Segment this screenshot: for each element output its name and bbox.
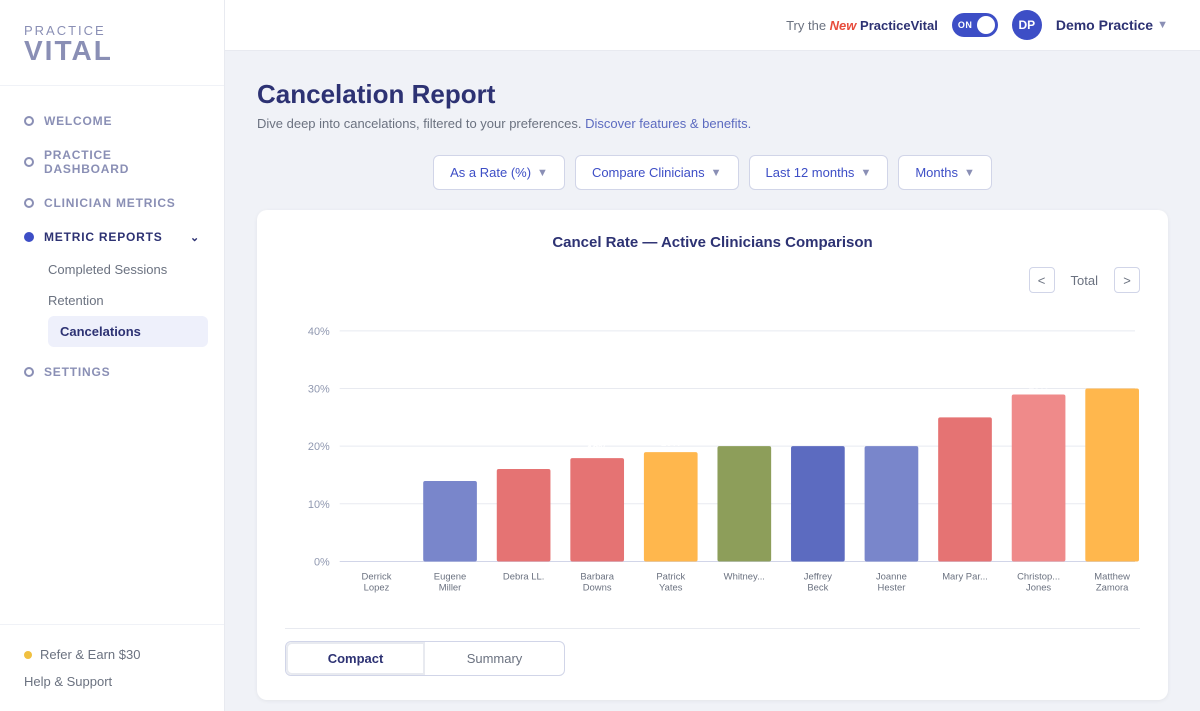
new-toggle[interactable]: ON — [952, 13, 998, 37]
sidebar-item-metric-reports[interactable]: Metric Reports ⌄ — [0, 220, 224, 254]
chart-svg-wrapper: 40% 30% 20% 10% 0% Derrick — [285, 301, 1140, 624]
toggle-on-label: ON — [958, 20, 973, 30]
sidebar-item-label-welcome: Welcome — [44, 114, 112, 128]
sidebar-item-label-metric-reports: Metric Reports — [44, 230, 163, 244]
sidebar-item-settings[interactable]: Settings — [0, 355, 224, 389]
svg-text:Miller: Miller — [439, 582, 462, 593]
page-title: Cancelation Report — [257, 79, 1168, 110]
svg-text:Yates: Yates — [659, 582, 683, 593]
sidebar-item-clinician-metrics[interactable]: Clinician Metrics — [0, 186, 224, 220]
svg-text:Whitney...: Whitney... — [724, 571, 765, 582]
earn-dot-icon — [24, 651, 32, 659]
svg-text:19%: 19% — [661, 438, 681, 449]
svg-text:18%: 18% — [587, 444, 607, 455]
nav-dot-practice-dashboard — [24, 157, 34, 167]
svg-text:Mary Par...: Mary Par... — [942, 571, 988, 582]
svg-text:Jones: Jones — [1026, 582, 1051, 593]
dropdown-arrow-icon: ▼ — [964, 167, 975, 179]
svg-text:Jeffrey: Jeffrey — [804, 571, 832, 582]
dropdown-arrow-icon: ▼ — [860, 167, 871, 179]
chart-container: Cancel Rate — Active Clinicians Comparis… — [257, 210, 1168, 700]
filter-bar: As a Rate (%) ▼ Compare Clinicians ▼ Las… — [257, 155, 1168, 190]
sidebar-item-welcome[interactable]: Welcome — [0, 104, 224, 138]
nav-dot-clinician-metrics — [24, 198, 34, 208]
practice-name[interactable]: Demo Practice ▼ — [1056, 17, 1168, 33]
svg-text:14%: 14% — [440, 467, 460, 478]
nav-dot-settings — [24, 367, 34, 377]
svg-text:30%: 30% — [1102, 375, 1122, 386]
svg-text:0%: 0% — [314, 556, 330, 568]
svg-text:20%: 20% — [308, 441, 330, 453]
svg-text:Derrick: Derrick — [362, 571, 392, 582]
svg-text:Lopez: Lopez — [364, 582, 390, 593]
svg-text:Downs: Downs — [583, 582, 612, 593]
bar-chart: 40% 30% 20% 10% 0% Derrick — [285, 301, 1140, 619]
chart-nav-label: Total — [1063, 273, 1106, 288]
svg-text:Beck: Beck — [807, 582, 828, 593]
bottom-tabs: Compact Summary — [285, 641, 565, 676]
topbar: Try the New PracticeVital ON DP Demo Pra… — [225, 0, 1200, 51]
svg-text:Patrick: Patrick — [656, 571, 685, 582]
chart-prev-button[interactable]: < — [1029, 267, 1055, 293]
filter-granularity[interactable]: Months ▼ — [898, 155, 992, 190]
refer-link[interactable]: Refer & Earn $30 — [24, 641, 200, 668]
chart-nav: < Total > — [285, 267, 1140, 293]
svg-text:Joanne: Joanne — [876, 571, 907, 582]
dropdown-arrow-icon: ▼ — [711, 167, 722, 179]
svg-text:Hester: Hester — [878, 582, 906, 593]
filter-compare[interactable]: Compare Clinicians ▼ — [575, 155, 739, 190]
try-new-text: Try the New PracticeVital — [786, 18, 938, 33]
nav-dot-welcome — [24, 116, 34, 126]
avatar: DP — [1012, 10, 1042, 40]
sidebar-item-practice-dashboard[interactable]: Practice Dashboard — [0, 138, 224, 186]
nav-dot-metric-reports — [24, 232, 34, 242]
svg-text:Eugene: Eugene — [434, 571, 467, 582]
main-content: Try the New PracticeVital ON DP Demo Pra… — [225, 0, 1200, 711]
svg-text:20%: 20% — [808, 432, 828, 443]
svg-text:25%: 25% — [955, 403, 975, 414]
svg-text:16%: 16% — [514, 455, 534, 466]
tab-compact[interactable]: Compact — [286, 642, 425, 675]
filter-display-type[interactable]: As a Rate (%) ▼ — [433, 155, 565, 190]
help-link[interactable]: Help & Support — [24, 668, 200, 695]
sidebar-item-cancelations[interactable]: Cancelations — [48, 316, 208, 347]
toggle-thumb — [977, 16, 995, 34]
chart-next-button[interactable]: > — [1114, 267, 1140, 293]
svg-text:20%: 20% — [734, 432, 754, 443]
nav-items: Welcome Practice Dashboard Clinician Met… — [0, 86, 224, 624]
chart-title: Cancel Rate — Active Clinicians Comparis… — [285, 234, 1140, 251]
svg-text:Barbara: Barbara — [580, 571, 614, 582]
nav-sub-metric-reports: Completed Sessions Retention Cancelation… — [0, 254, 224, 347]
page-subtitle: Dive deep into cancelations, filtered to… — [257, 116, 1168, 131]
svg-text:Matthew: Matthew — [1094, 571, 1130, 582]
svg-text:20%: 20% — [882, 432, 902, 443]
tab-summary[interactable]: Summary — [425, 642, 564, 675]
logo-bottom: vital — [24, 37, 200, 65]
sidebar-bottom: Refer & Earn $30 Help & Support — [0, 624, 224, 711]
svg-text:Zamora: Zamora — [1096, 582, 1129, 593]
dropdown-arrow-icon: ▼ — [537, 167, 548, 179]
filter-period[interactable]: Last 12 months ▼ — [749, 155, 889, 190]
discover-link[interactable]: Discover features & benefits. — [585, 116, 751, 131]
sidebar-item-completed-sessions[interactable]: Completed Sessions — [48, 254, 224, 285]
sidebar-item-label-clinician-metrics: Clinician Metrics — [44, 196, 176, 210]
svg-text:30%: 30% — [308, 383, 330, 395]
sidebar-item-label-practice-dashboard: Practice Dashboard — [44, 148, 200, 176]
svg-text:40%: 40% — [308, 326, 330, 338]
logo-area: practice vital — [0, 0, 224, 86]
practice-chevron-icon: ▼ — [1157, 19, 1168, 31]
svg-text:29%: 29% — [1029, 380, 1049, 391]
sidebar-item-label-settings: Settings — [44, 365, 110, 379]
svg-text:10%: 10% — [308, 499, 330, 511]
sidebar: practice vital Welcome Practice Dashboar… — [0, 0, 225, 711]
svg-text:Christop...: Christop... — [1017, 571, 1060, 582]
chevron-down-icon: ⌄ — [190, 231, 200, 244]
page-content: Cancelation Report Dive deep into cancel… — [225, 51, 1200, 711]
sidebar-item-retention[interactable]: Retention — [48, 285, 224, 316]
logo: practice vital — [24, 24, 200, 65]
svg-text:Debra LL.: Debra LL. — [503, 571, 544, 582]
